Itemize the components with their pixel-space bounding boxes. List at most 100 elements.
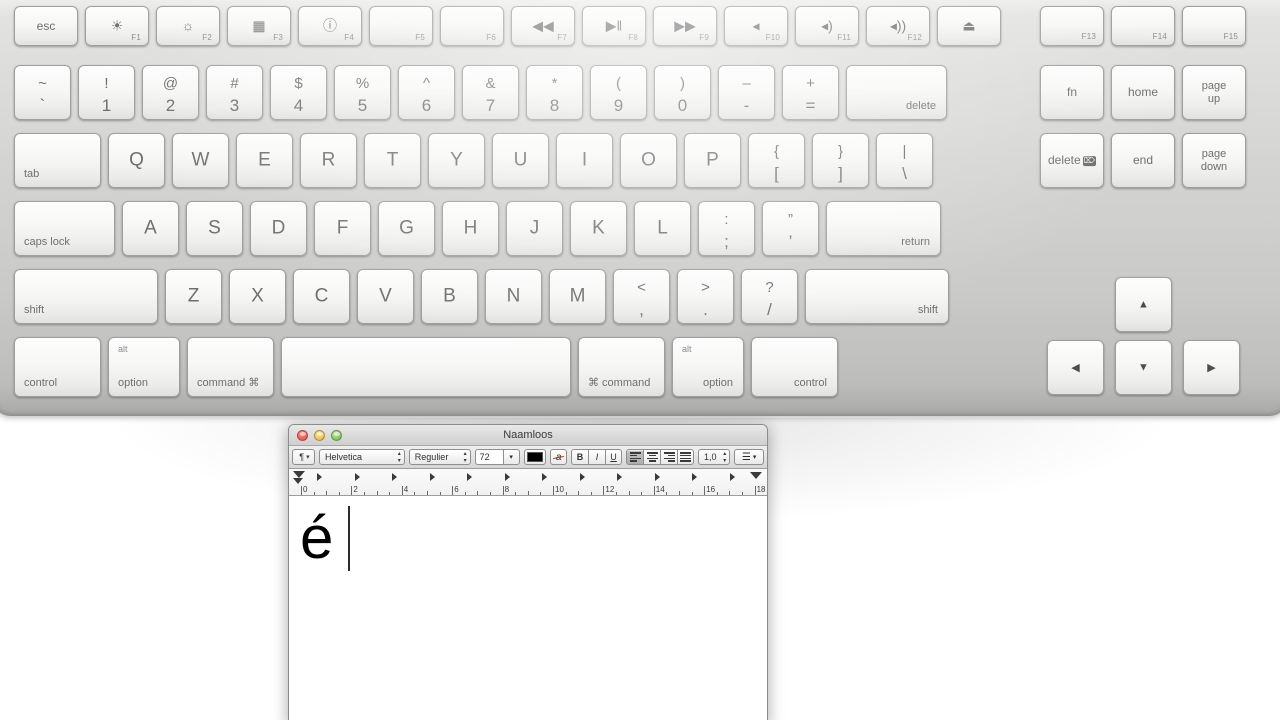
key-B[interactable]: B (421, 269, 478, 324)
ruler-tab-stop[interactable] (504, 473, 510, 481)
key-command-right[interactable]: ⌘ command (578, 337, 665, 397)
key-f10[interactable]: ◂ F10 (724, 6, 788, 46)
key-return[interactable]: return (826, 201, 941, 256)
highlight-color-button[interactable]: a (550, 449, 568, 465)
key-page-up[interactable]: page up (1182, 65, 1246, 120)
first-line-indent-marker[interactable] (293, 471, 305, 478)
key-command-left[interactable]: command ⌘ (187, 337, 274, 397)
key-C[interactable]: C (293, 269, 350, 324)
key-backtick[interactable]: ~ ` (14, 65, 71, 120)
key-equal[interactable]: + = (782, 65, 839, 120)
ruler-tab-stop[interactable] (692, 473, 697, 481)
key-fn[interactable]: fn (1040, 65, 1104, 120)
key-8[interactable]: * 8 (526, 65, 583, 120)
key-f2[interactable]: ☼ F2 (156, 6, 220, 46)
key-E[interactable]: E (236, 133, 293, 188)
key-minus[interactable]: – - (718, 65, 775, 120)
key-3[interactable]: #3 (206, 65, 263, 120)
key-D[interactable]: D (250, 201, 307, 256)
key-9[interactable]: (9 (590, 65, 647, 120)
font-style-popup[interactable]: Regulier ▴ ▾ (408, 449, 471, 465)
key-J[interactable]: J (506, 201, 563, 256)
key-arrow-up[interactable]: ▲ (1115, 277, 1172, 332)
key-f1[interactable]: ☀ F1 (85, 6, 149, 46)
ruler-tab-stop[interactable] (354, 473, 360, 481)
key-f14[interactable]: F14 (1111, 6, 1175, 46)
key-delete[interactable]: delete (846, 65, 947, 120)
key-space[interactable] (281, 337, 571, 397)
key-caps-lock[interactable]: caps lock (14, 201, 115, 256)
key-A[interactable]: A (122, 201, 179, 256)
key-R[interactable]: R (300, 133, 357, 188)
key-f5[interactable]: F5 (369, 6, 433, 46)
key-f3[interactable]: ▦ F3 (227, 6, 291, 46)
text-color-button[interactable] (523, 449, 547, 465)
key-slash[interactable]: ? / (741, 269, 798, 324)
key-bracket-right[interactable]: }] (812, 133, 869, 188)
italic-button[interactable]: I (588, 449, 606, 465)
key-U[interactable]: U (492, 133, 549, 188)
key-V[interactable]: V (357, 269, 414, 324)
key-f7[interactable]: ◀◀ F7 (511, 6, 575, 46)
key-f8[interactable]: ▶‖ F8 (582, 6, 646, 46)
key-esc[interactable]: esc (14, 6, 78, 46)
font-family-popup[interactable]: Helvetica ▴ ▾ (318, 449, 405, 465)
key-T[interactable]: T (364, 133, 421, 188)
key-eject[interactable]: ⏏ (937, 6, 1001, 46)
key-4[interactable]: $4 (270, 65, 327, 120)
window-titlebar[interactable]: Naamloos (289, 425, 767, 446)
key-5[interactable]: % 5 (334, 65, 391, 120)
key-W[interactable]: W (172, 133, 229, 188)
key-control-right[interactable]: control (751, 337, 838, 397)
key-arrow-right[interactable]: ▶ (1183, 340, 1240, 395)
align-left-button[interactable] (626, 449, 644, 465)
key-Z[interactable]: Z (165, 269, 222, 324)
ruler-tab-stop[interactable] (317, 473, 322, 481)
key-arrow-down[interactable]: ▼ (1115, 340, 1172, 395)
key-N[interactable]: N (485, 269, 542, 324)
key-L[interactable]: L (634, 201, 691, 256)
key-G[interactable]: G (378, 201, 435, 256)
ruler-tab-stop[interactable] (429, 473, 435, 481)
ruler-tab-stop[interactable] (729, 473, 735, 481)
key-S[interactable]: S (186, 201, 243, 256)
list-style-popup[interactable]: ☰ ▾ (734, 449, 764, 465)
key-option-left[interactable]: alt option (108, 337, 180, 397)
key-arrow-left[interactable]: ◀ (1047, 340, 1104, 395)
key-P[interactable]: P (684, 133, 741, 188)
key-O[interactable]: O (620, 133, 677, 188)
ruler-tab-stop[interactable] (579, 473, 585, 481)
key-comma[interactable]: <, (613, 269, 670, 324)
key-X[interactable]: X (229, 269, 286, 324)
key-quote[interactable]: ”’ (762, 201, 819, 256)
paragraph-style-popup[interactable]: ¶ ▾ (292, 449, 315, 465)
right-indent-marker[interactable] (750, 472, 762, 479)
align-justify-button[interactable] (677, 449, 695, 465)
key-backslash[interactable]: | \ (876, 133, 933, 188)
ruler-tab-stop[interactable] (467, 473, 472, 481)
align-center-button[interactable] (643, 449, 661, 465)
ruler-tab-stop[interactable] (542, 473, 547, 481)
key-f11[interactable]: ◂) F11 (795, 6, 859, 46)
font-size-input[interactable]: 72 (474, 449, 503, 465)
bold-button[interactable]: B (571, 449, 589, 465)
key-7[interactable]: & 7 (462, 65, 519, 120)
key-bracket-left[interactable]: {[ (748, 133, 805, 188)
key-f4[interactable]: ⓘ F4 (298, 6, 362, 46)
key-tab[interactable]: tab (14, 133, 101, 188)
key-f6[interactable]: F6 (440, 6, 504, 46)
key-semicolon[interactable]: :; (698, 201, 755, 256)
key-0[interactable]: ) 0 (654, 65, 711, 120)
key-Q[interactable]: Q (108, 133, 165, 188)
key-f13[interactable]: F13 (1040, 6, 1104, 46)
key-f15[interactable]: F15 (1182, 6, 1246, 46)
key-shift-left[interactable]: shift (14, 269, 158, 324)
key-K[interactable]: K (570, 201, 627, 256)
font-size-menu-button[interactable]: ▾ (502, 449, 520, 465)
key-end[interactable]: end (1111, 133, 1175, 188)
document-ruler[interactable]: 0 2 4 6 8 10 12 14 16 18 (289, 469, 767, 496)
key-H[interactable]: H (442, 201, 499, 256)
key-f9[interactable]: ▶▶ F9 (653, 6, 717, 46)
ruler-tab-stop[interactable] (654, 473, 660, 481)
key-6[interactable]: ^ 6 (398, 65, 455, 120)
